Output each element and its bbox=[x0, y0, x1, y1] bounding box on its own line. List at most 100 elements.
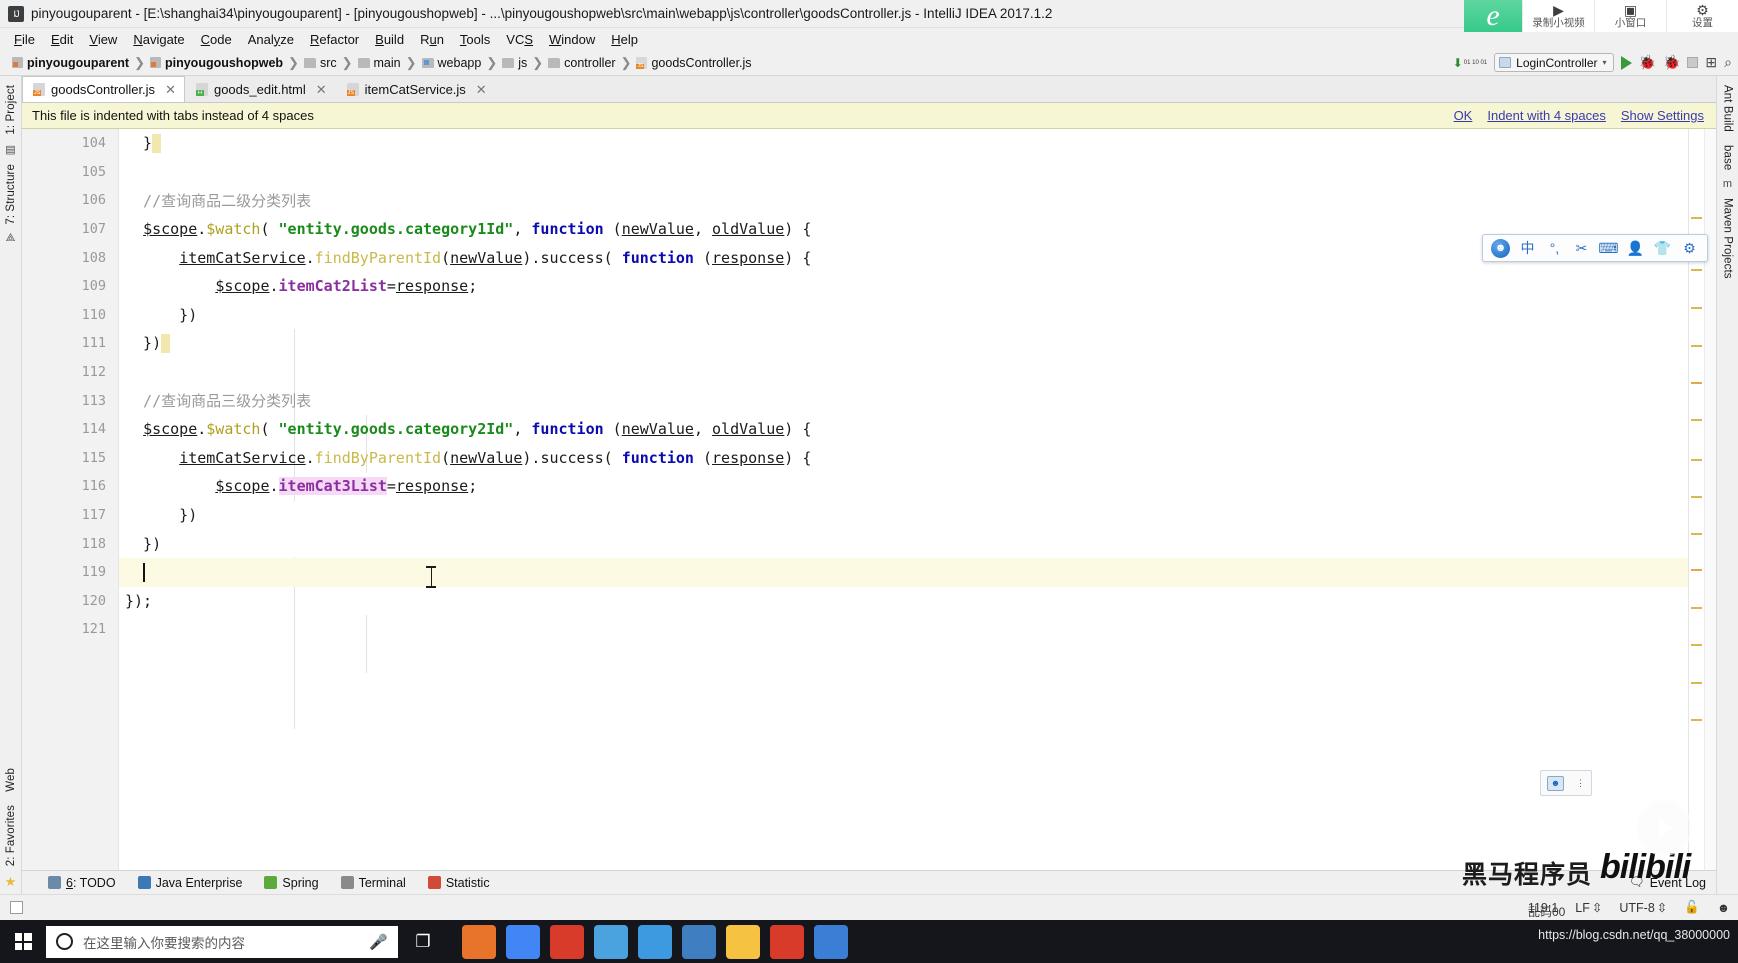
line-number[interactable]: 114− bbox=[22, 415, 142, 506]
ime-item-3[interactable]: ✂ bbox=[1568, 240, 1595, 257]
line-number[interactable]: 107− bbox=[22, 215, 142, 506]
code-line[interactable]: itemCatService. findByParentId(newValue).… bbox=[119, 444, 1688, 473]
sidebar-item-project[interactable]: 1: Project bbox=[4, 80, 18, 140]
stripe-marker[interactable] bbox=[1691, 459, 1702, 461]
ime-item-7[interactable]: ⚙ bbox=[1676, 240, 1703, 257]
ime-item-1[interactable]: 中 bbox=[1514, 238, 1541, 258]
code-line[interactable]: $scope. itemCat3List = response; bbox=[119, 472, 1688, 501]
close-icon[interactable]: ✕ bbox=[165, 82, 176, 98]
debug-icon[interactable]: 🐞 bbox=[1639, 54, 1656, 71]
record-video-button[interactable]: ▶ 录制小视频 bbox=[1522, 0, 1594, 32]
taskbar-firefox-icon[interactable] bbox=[462, 924, 496, 959]
stripe-marker[interactable] bbox=[1691, 382, 1702, 384]
menu-item-build[interactable]: Build bbox=[375, 32, 404, 47]
sidebar-item-maven-projects[interactable]: Maven Projects bbox=[1721, 193, 1735, 284]
status-toggle-button[interactable] bbox=[10, 901, 23, 914]
line-separator[interactable]: LF ⇳ bbox=[1575, 900, 1602, 916]
code-line[interactable] bbox=[119, 557, 1688, 587]
run-icon[interactable] bbox=[1620, 55, 1632, 70]
taskbar-explorer-icon[interactable] bbox=[726, 924, 760, 959]
stripe-marker[interactable] bbox=[1691, 682, 1702, 684]
menu-item-view[interactable]: View bbox=[89, 32, 117, 47]
code-line[interactable]: //查询商品二级分类列表 bbox=[119, 186, 1688, 215]
file-encoding[interactable]: UTF-8 ⇳ bbox=[1619, 900, 1667, 916]
menu-item-run[interactable]: Run bbox=[420, 32, 444, 47]
sidebar-item-base[interactable]: base bbox=[1721, 140, 1735, 175]
tool-window-terminal[interactable]: Terminal bbox=[340, 876, 406, 890]
sidebar-item-web[interactable]: Web bbox=[4, 763, 18, 797]
sidebar-item-structure[interactable]: 7: Structure bbox=[4, 159, 18, 230]
menu-item-vcs[interactable]: VCS bbox=[506, 32, 533, 47]
breadcrumb-item-src[interactable]: src bbox=[303, 56, 337, 70]
stripe-marker[interactable] bbox=[1691, 569, 1702, 571]
breadcrumb-item-webapp[interactable]: webapp bbox=[421, 56, 481, 70]
breadcrumb-item-js[interactable]: js bbox=[502, 56, 527, 70]
stripe-marker[interactable] bbox=[1691, 217, 1702, 219]
menu-item-refactor[interactable]: Refactor bbox=[310, 32, 359, 47]
taskbar-intellij-icon[interactable] bbox=[682, 924, 716, 959]
breadcrumb[interactable]: pinyougouparent ❯ pinyougoushopweb ❯ src ❯ mai… bbox=[12, 55, 1453, 71]
stripe-marker[interactable] bbox=[1691, 269, 1702, 271]
notification-indent-link[interactable]: Indent with 4 spaces bbox=[1487, 108, 1606, 123]
tool-window-6--todo[interactable]: 6: TODO bbox=[48, 876, 116, 890]
video-play-button[interactable] bbox=[1636, 800, 1692, 856]
ime-floating-toolbar[interactable]: ☻ 中 °, ✂ ⌨ 👤 👕 ⚙ bbox=[1482, 234, 1708, 262]
line-number[interactable]: 106 bbox=[22, 186, 118, 215]
search-icon[interactable]: ⌕ bbox=[1724, 54, 1732, 71]
layout-icon[interactable]: ⊞ bbox=[1705, 54, 1717, 71]
code-line[interactable] bbox=[119, 158, 1688, 187]
small-window-button[interactable]: ▣ 小窗口 bbox=[1594, 0, 1666, 32]
line-number[interactable]: 119 bbox=[22, 558, 118, 587]
line-number[interactable]: 115− bbox=[22, 444, 142, 506]
screen-recorder-widget[interactable]: e ▶ 录制小视频 ▣ 小窗口 ⚙ 设置 bbox=[1464, 0, 1738, 32]
sidebar-item-ant-build[interactable]: Ant Build bbox=[1721, 80, 1735, 137]
stripe-marker[interactable] bbox=[1691, 607, 1702, 609]
notification-settings-link[interactable]: Show Settings bbox=[1621, 108, 1704, 123]
code-line[interactable]: $scope. itemCat2List = response; bbox=[119, 272, 1688, 301]
code-line[interactable]: }) bbox=[119, 529, 1688, 558]
code-line[interactable]: }); bbox=[119, 587, 1688, 616]
taskbar-recorder-icon[interactable] bbox=[550, 924, 584, 959]
stop-icon[interactable] bbox=[1687, 57, 1699, 68]
mini-chevron-icon[interactable]: ⋮ bbox=[1576, 778, 1585, 789]
line-number[interactable]: 121 bbox=[22, 615, 118, 644]
stripe-marker[interactable] bbox=[1691, 533, 1702, 535]
line-number[interactable]: 118− bbox=[22, 493, 142, 558]
line-number[interactable]: 104− bbox=[22, 129, 142, 506]
code-line[interactable]: }) bbox=[119, 301, 1688, 330]
start-button[interactable] bbox=[0, 933, 46, 950]
breadcrumb-item-pinyougoushopweb[interactable]: pinyougoushopweb bbox=[149, 56, 283, 70]
line-number[interactable]: 109 bbox=[22, 272, 118, 301]
line-number[interactable]: 113 bbox=[22, 386, 118, 415]
microphone-icon[interactable]: 🎤 bbox=[369, 933, 388, 951]
tool-window-java-enterprise[interactable]: Java Enterprise bbox=[137, 876, 242, 890]
close-icon[interactable]: ✕ bbox=[476, 82, 487, 98]
menu-item-analyze[interactable]: Analyze bbox=[248, 32, 294, 47]
recorder-settings-button[interactable]: ⚙ 设置 bbox=[1666, 0, 1738, 32]
menu-item-window[interactable]: Window bbox=[549, 32, 595, 47]
stripe-marker[interactable] bbox=[1691, 644, 1702, 646]
taskbar-app-icon[interactable] bbox=[638, 924, 672, 959]
line-number[interactable]: 111− bbox=[22, 329, 142, 506]
ime-item-4[interactable]: ⌨ bbox=[1595, 240, 1622, 257]
line-number[interactable]: 116 bbox=[22, 472, 118, 501]
inspector-icon[interactable]: ☻ bbox=[1717, 901, 1730, 915]
menu-item-code[interactable]: Code bbox=[201, 32, 232, 47]
code-line[interactable]: } bbox=[119, 129, 1688, 158]
tool-window-statistic[interactable]: Statistic bbox=[427, 876, 490, 890]
stripe-marker[interactable] bbox=[1691, 419, 1702, 421]
download-sources-icon[interactable]: ⬇ 01 10 01 bbox=[1453, 56, 1487, 70]
stripe-marker[interactable] bbox=[1691, 307, 1702, 309]
line-number[interactable]: 105 bbox=[22, 158, 118, 187]
code-line[interactable] bbox=[119, 358, 1688, 387]
line-number[interactable]: 112 bbox=[22, 358, 118, 387]
code-line[interactable]: $scope. $watch( "entity.goods.category1Id… bbox=[119, 215, 1688, 244]
stripe-marker[interactable] bbox=[1691, 345, 1702, 347]
lock-icon[interactable]: 🔓 bbox=[1684, 900, 1700, 915]
menu-item-edit[interactable]: Edit bbox=[51, 32, 73, 47]
editor-tab-itemcatservice-js[interactable]: itemCatService.js ✕ bbox=[336, 76, 496, 102]
stripe-marker[interactable] bbox=[1691, 496, 1702, 498]
floating-mini-toolbar[interactable]: ☻ ⋮ bbox=[1540, 770, 1592, 796]
taskbar-editor-icon[interactable] bbox=[594, 924, 628, 959]
code-line[interactable]: }) bbox=[119, 329, 1688, 358]
